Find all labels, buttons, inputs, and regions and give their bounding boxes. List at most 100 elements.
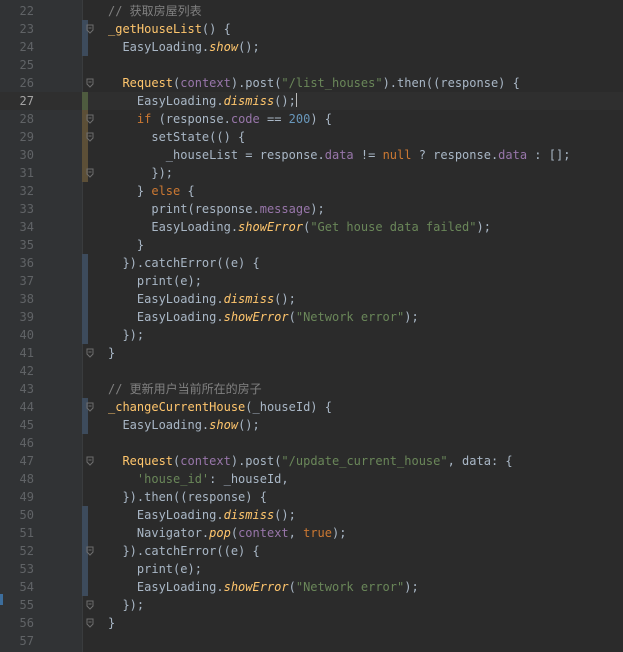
code-text[interactable]: EasyLoading.showError("Get house data fa… — [108, 218, 491, 236]
code-text[interactable]: }).catchError((e) { — [108, 254, 259, 272]
code-line[interactable]: 51 Navigator.pop(context, true); — [0, 524, 623, 542]
change-marker[interactable] — [82, 416, 88, 434]
change-marker[interactable] — [82, 272, 88, 290]
fold-icon[interactable] — [86, 600, 94, 610]
line-number[interactable]: 24 — [0, 38, 34, 56]
code-text[interactable]: if (response.code == 200) { — [108, 110, 332, 128]
line-number[interactable]: 22 — [0, 2, 34, 20]
code-line[interactable]: 22 // 获取房屋列表 — [0, 2, 623, 20]
code-line[interactable]: 35 } — [0, 236, 623, 254]
code-line[interactable]: 57 — [0, 632, 623, 650]
code-line[interactable]: 45 EasyLoading.show(); — [0, 416, 623, 434]
line-number[interactable]: 36 — [0, 254, 34, 272]
line-number[interactable]: 55 — [0, 596, 34, 614]
code-text[interactable]: }).catchError((e) { — [108, 542, 259, 560]
code-text[interactable]: _changeCurrentHouse(_houseId) { — [108, 398, 332, 416]
code-line[interactable]: 34 EasyLoading.showError("Get house data… — [0, 218, 623, 236]
code-line[interactable]: 36 }).catchError((e) { — [0, 254, 623, 272]
line-number[interactable]: 29 — [0, 128, 34, 146]
code-text[interactable]: } — [108, 614, 115, 632]
line-number[interactable]: 53 — [0, 560, 34, 578]
line-number[interactable]: 48 — [0, 470, 34, 488]
code-line[interactable]: 43 // 更新用户当前所在的房子 — [0, 380, 623, 398]
line-number[interactable]: 45 — [0, 416, 34, 434]
code-text[interactable]: }).then((response) { — [108, 488, 267, 506]
change-marker[interactable] — [82, 92, 88, 110]
change-marker[interactable] — [82, 524, 88, 542]
line-number[interactable]: 25 — [0, 56, 34, 74]
code-line[interactable]: 42 — [0, 362, 623, 380]
code-text[interactable]: EasyLoading.dismiss(); — [108, 506, 296, 524]
code-text[interactable]: EasyLoading.showError("Network error"); — [108, 578, 419, 596]
code-line[interactable]: 46 — [0, 434, 623, 452]
code-text[interactable]: _getHouseList() { — [108, 20, 231, 38]
code-text[interactable]: setState(() { — [108, 128, 245, 146]
code-text[interactable]: Request(context).post("/update_current_h… — [108, 452, 512, 470]
code-line[interactable]: 32 } else { — [0, 182, 623, 200]
line-number[interactable]: 35 — [0, 236, 34, 254]
fold-icon[interactable] — [86, 348, 94, 358]
code-line[interactable]: 41} — [0, 344, 623, 362]
line-number[interactable]: 41 — [0, 344, 34, 362]
change-marker[interactable] — [82, 326, 88, 344]
line-number[interactable]: 23 — [0, 20, 34, 38]
code-text[interactable]: } — [108, 236, 144, 254]
code-text[interactable]: EasyLoading.dismiss(); — [108, 290, 296, 308]
line-number[interactable]: 46 — [0, 434, 34, 452]
fold-icon[interactable] — [86, 114, 94, 124]
code-line[interactable]: 47 Request(context).post("/update_curren… — [0, 452, 623, 470]
line-number[interactable]: 31 — [0, 164, 34, 182]
code-line[interactable]: 38 EasyLoading.dismiss(); — [0, 290, 623, 308]
code-text[interactable]: } else { — [108, 182, 195, 200]
line-number[interactable]: 44 — [0, 398, 34, 416]
line-number[interactable]: 49 — [0, 488, 34, 506]
fold-icon[interactable] — [86, 402, 94, 412]
code-line[interactable]: 44 _changeCurrentHouse(_houseId) { — [0, 398, 623, 416]
code-text[interactable]: Request(context).post("/list_houses").th… — [108, 74, 519, 92]
line-number[interactable]: 37 — [0, 272, 34, 290]
line-number[interactable]: 43 — [0, 380, 34, 398]
code-text[interactable]: print(response.message); — [108, 200, 324, 218]
code-text[interactable]: EasyLoading.show(); — [108, 38, 259, 56]
code-line[interactable]: 30 _houseList = response.data != null ? … — [0, 146, 623, 164]
code-line[interactable]: 53 print(e); — [0, 560, 623, 578]
code-line[interactable]: 40 }); — [0, 326, 623, 344]
code-line[interactable]: 23 _getHouseList() { — [0, 20, 623, 38]
code-text[interactable]: _houseList = response.data != null ? res… — [108, 146, 571, 164]
code-text[interactable]: EasyLoading.show(); — [108, 416, 259, 434]
code-line[interactable]: 25 — [0, 56, 623, 74]
code-line[interactable]: 50 EasyLoading.dismiss(); — [0, 506, 623, 524]
code-line[interactable]: 37 print(e); — [0, 272, 623, 290]
line-number[interactable]: 30 — [0, 146, 34, 164]
code-line[interactable]: 33 print(response.message); — [0, 200, 623, 218]
line-number[interactable]: 38 — [0, 290, 34, 308]
change-marker[interactable] — [82, 308, 88, 326]
code-text[interactable]: EasyLoading.showError("Network error"); — [108, 308, 419, 326]
code-line[interactable]: 24 EasyLoading.show(); — [0, 38, 623, 56]
line-number[interactable]: 42 — [0, 362, 34, 380]
code-line[interactable]: 27 EasyLoading.dismiss(); — [0, 92, 623, 110]
code-text[interactable]: }); — [108, 164, 173, 182]
code-text[interactable]: } — [108, 344, 115, 362]
fold-icon[interactable] — [86, 456, 94, 466]
line-number[interactable]: 47 — [0, 452, 34, 470]
line-number[interactable]: 54 — [0, 578, 34, 596]
change-marker[interactable] — [82, 290, 88, 308]
line-number[interactable]: 34 — [0, 218, 34, 236]
fold-icon[interactable] — [86, 168, 94, 178]
fold-icon[interactable] — [86, 24, 94, 34]
code-line[interactable]: 48 'house_id': _houseId, — [0, 470, 623, 488]
line-number[interactable]: 33 — [0, 200, 34, 218]
code-line[interactable]: 31 }); — [0, 164, 623, 182]
code-text[interactable]: // 更新用户当前所在的房子 — [108, 380, 262, 398]
code-line[interactable]: 54 EasyLoading.showError("Network error"… — [0, 578, 623, 596]
code-editor[interactable]: 22// 获取房屋列表 23 _getHouseList() {24 EasyLoa… — [0, 0, 623, 652]
code-text[interactable]: Navigator.pop(context, true); — [108, 524, 347, 542]
change-marker[interactable] — [82, 146, 88, 164]
line-number[interactable]: 39 — [0, 308, 34, 326]
code-text[interactable]: print(e); — [108, 272, 202, 290]
change-marker[interactable] — [82, 506, 88, 524]
code-text[interactable]: EasyLoading.dismiss(); — [108, 92, 297, 110]
code-text[interactable]: 'house_id': _houseId, — [108, 470, 289, 488]
line-number[interactable]: 50 — [0, 506, 34, 524]
